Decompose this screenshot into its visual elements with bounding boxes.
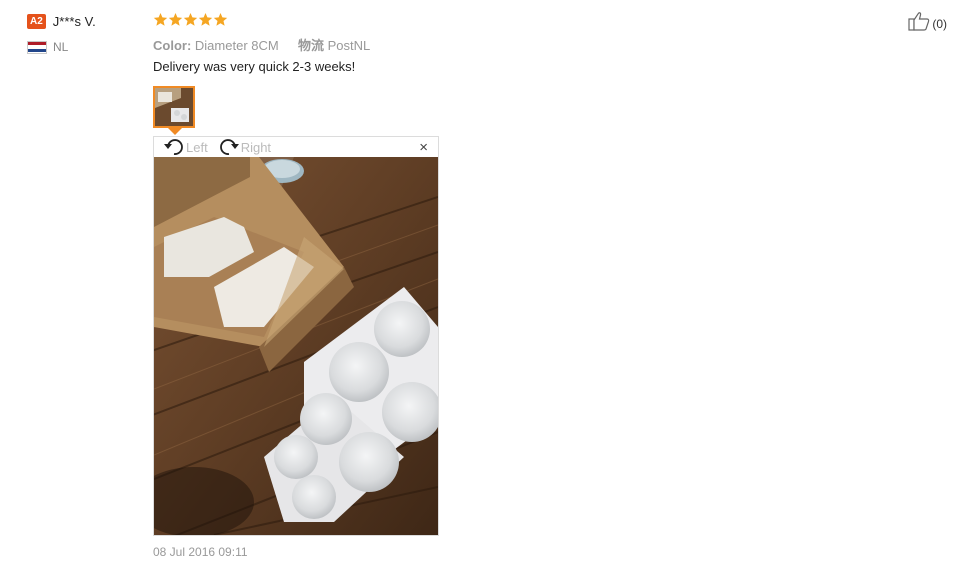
close-icon[interactable]: × <box>419 140 428 155</box>
color-value: Diameter 8CM <box>194 38 279 53</box>
rotate-right-icon <box>219 139 239 155</box>
shipping-value: PostNL <box>327 38 371 53</box>
star-icon <box>198 12 213 26</box>
star-icon <box>168 12 183 26</box>
rotate-left-icon <box>164 139 183 155</box>
review-attributes: Color: Diameter 8CM 物流 PostNL <box>153 35 853 53</box>
shipping-label: 物流 <box>297 38 324 53</box>
rotate-left-button[interactable]: Left <box>163 137 208 157</box>
thumbnail-image <box>155 88 193 126</box>
review-text: Delivery was very quick 2-3 weeks! <box>153 59 356 74</box>
rotate-left-label: Left <box>186 139 208 155</box>
reviewer-country-row: NL <box>27 39 137 55</box>
reviewer-row: A2 J***s V. <box>27 12 137 30</box>
buyer-level-badge: A2 <box>27 13 46 29</box>
star-rating <box>153 10 853 28</box>
viewer-toolbar: Left Right × <box>154 137 438 157</box>
star-icon <box>183 12 198 26</box>
image-viewer: Left Right × <box>153 136 439 536</box>
review-photo-thumbnail[interactable] <box>153 86 195 128</box>
reviewer-name: J***s V. <box>52 13 96 29</box>
thumbs-up-icon <box>908 12 930 31</box>
rotate-right-button[interactable]: Right <box>218 137 271 157</box>
reviewer-info: A2 J***s V. NL <box>27 12 137 55</box>
rotate-right-label: Right <box>240 139 272 155</box>
helpful-count: (0) <box>932 17 947 31</box>
reviewer-country: NL <box>53 40 69 54</box>
review-photo-image <box>154 157 438 535</box>
star-icon <box>153 12 168 26</box>
review-date: 08 Jul 2016 09:11 <box>153 545 248 559</box>
star-icon <box>213 12 228 26</box>
color-label: Color: <box>153 38 192 53</box>
review-body: Color: Diameter 8CM 物流 PostNL Delivery w… <box>153 10 853 76</box>
helpful-button[interactable]: (0) <box>908 11 947 31</box>
review-photo <box>154 157 438 535</box>
flag-icon <box>27 40 47 54</box>
thumbnail-pointer <box>168 128 182 135</box>
